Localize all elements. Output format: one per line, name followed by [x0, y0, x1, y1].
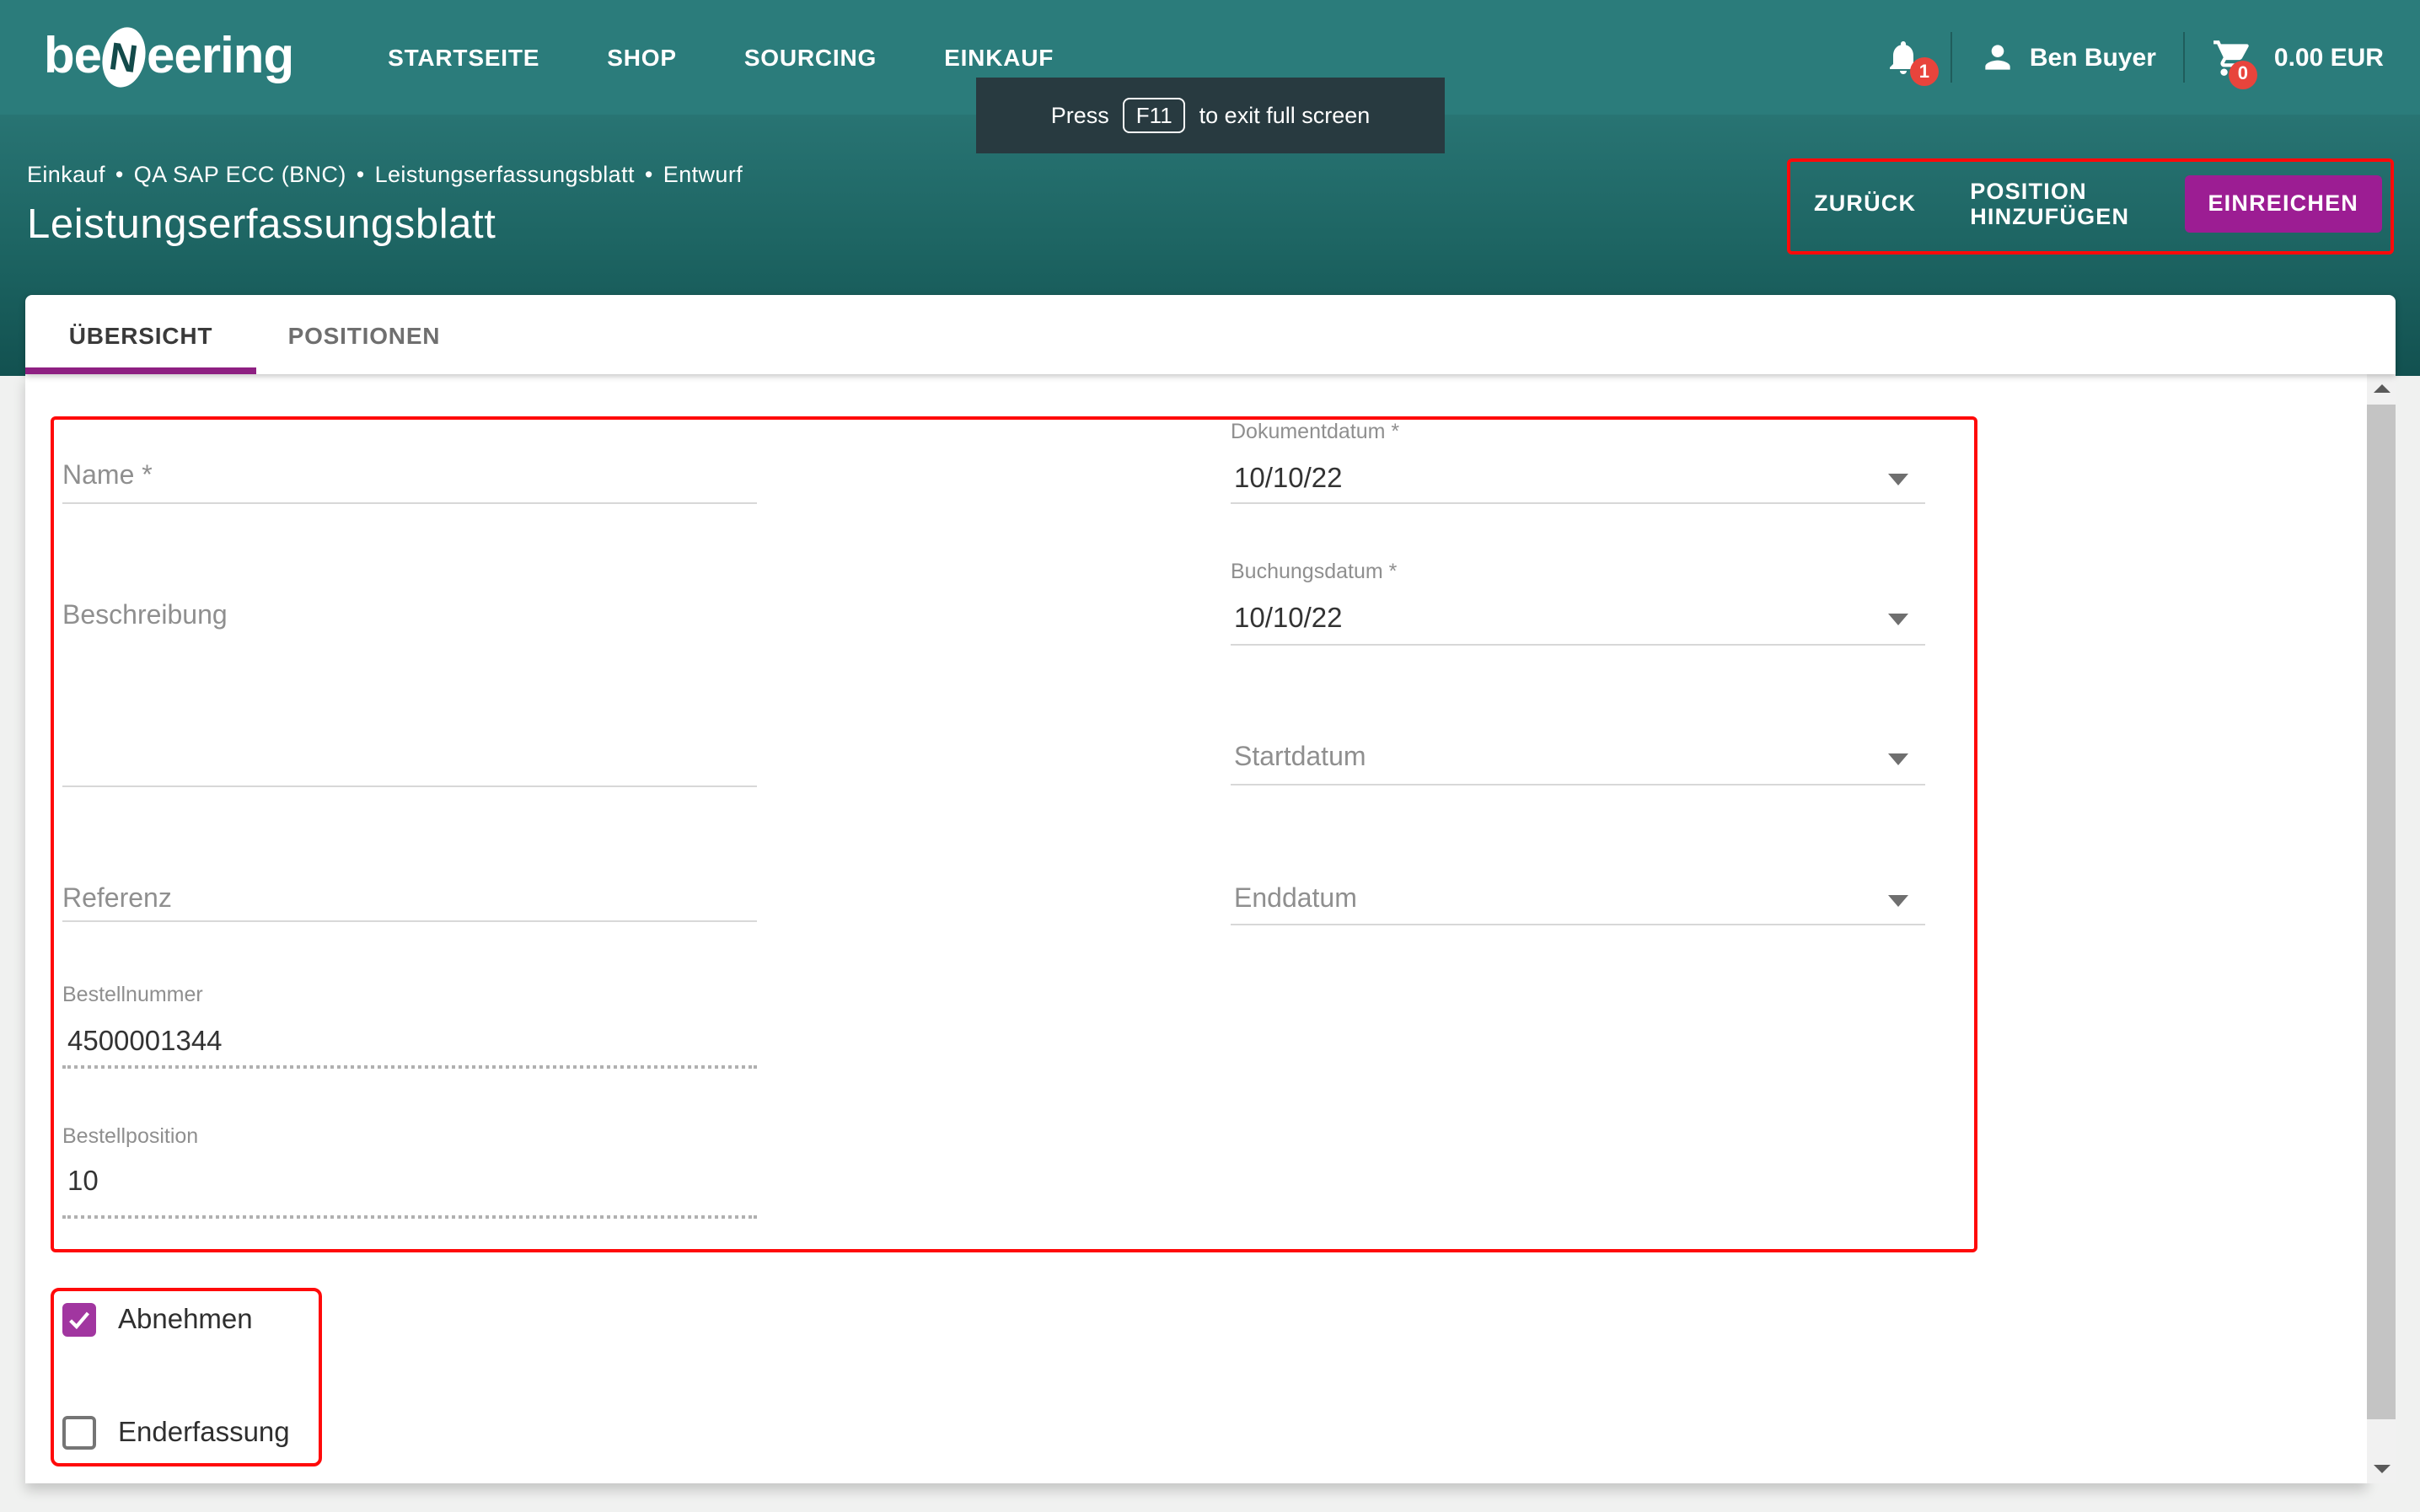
description-underline [62, 785, 757, 787]
document-date-label: Dokumentdatum * [1231, 420, 1399, 443]
cart-total: 0.00 EUR [2274, 43, 2384, 72]
name-input[interactable]: Name * [62, 462, 153, 492]
person-icon [1979, 39, 2016, 76]
header-divider [1950, 32, 1952, 83]
header-divider [2183, 32, 2185, 83]
posting-date-label: Buchungsdatum * [1231, 560, 1397, 583]
posting-date-underline [1231, 644, 1925, 646]
notifications-button[interactable]: 1 [1883, 37, 1924, 78]
cart-button[interactable]: 0 0.00 EUR [2212, 36, 2384, 78]
start-date-dropdown-icon[interactable] [1888, 753, 1908, 765]
document-date-value[interactable]: 10/10/22 [1234, 464, 1342, 496]
page-title: Leistungserfassungsblatt [27, 202, 496, 249]
tab-positionen[interactable]: POSITIONEN [256, 295, 472, 374]
cart-badge: 0 [2229, 60, 2257, 88]
add-position-button[interactable]: POSITION HINZUFÜGEN [1943, 161, 2177, 245]
breadcrumb-separator: • [115, 162, 124, 187]
nav-einkauf[interactable]: EINKAUF [910, 44, 1087, 71]
arrow-down-icon [2373, 1465, 2390, 1473]
reference-underline [62, 920, 757, 922]
order-item-label: Bestellposition [62, 1124, 198, 1148]
breadcrumb-separator: • [645, 162, 653, 187]
nav-shop[interactable]: SHOP [573, 44, 711, 71]
logo-text-be: be [44, 29, 101, 86]
checkbox-abnehmen[interactable]: Abnehmen [62, 1303, 253, 1337]
start-date-underline [1231, 784, 1925, 785]
breadcrumb: Einkauf • QA SAP ECC (BNC) • Leistungser… [27, 162, 743, 187]
document-date-dropdown-icon[interactable] [1888, 474, 1908, 485]
breadcrumb-item[interactable]: Einkauf [27, 162, 105, 187]
logo-text-eering: eering [147, 29, 293, 86]
order-item-underline [62, 1215, 757, 1219]
submit-button[interactable]: EINREICHEN [2184, 174, 2382, 232]
breadcrumb-item[interactable]: QA SAP ECC (BNC) [134, 162, 346, 187]
order-number-label: Bestellnummer [62, 983, 203, 1006]
end-date-dropdown-icon[interactable] [1888, 895, 1908, 907]
checkbox-unchecked-icon[interactable] [62, 1416, 96, 1450]
scroll-down-button[interactable] [2367, 1455, 2396, 1483]
breadcrumb-item: Entwurf [663, 162, 743, 187]
end-date-underline [1231, 924, 1925, 925]
tab-uebersicht[interactable]: ÜBERSICHT [25, 295, 256, 374]
main-nav: STARTSEITE SHOP SOURCING EINKAUF [354, 44, 1087, 71]
user-name: Ben Buyer [2030, 43, 2156, 72]
vertical-scrollbar[interactable] [2367, 374, 2396, 1483]
breadcrumb-separator: • [357, 162, 365, 187]
description-input[interactable]: Beschreibung [62, 602, 228, 632]
tab-bar: ÜBERSICHT POSITIONEN [25, 295, 2396, 374]
arrow-up-icon [2373, 384, 2390, 393]
toast-text-prefix: Press [1051, 103, 1109, 128]
screen: be N eering STARTSEITE SHOP SOURCING EIN… [0, 0, 2420, 1512]
logo-n-ellipse: N [97, 24, 151, 92]
breadcrumb-item[interactable]: Leistungserfassungsblatt [375, 162, 635, 187]
logo[interactable]: be N eering [44, 27, 293, 88]
checkbox-checked-icon[interactable] [62, 1303, 96, 1337]
posting-date-dropdown-icon[interactable] [1888, 614, 1908, 625]
order-item-value: 10 [67, 1166, 99, 1198]
fullscreen-toast: Press F11 to exit full screen [976, 78, 1445, 153]
reference-input[interactable]: Referenz [62, 885, 172, 915]
document-date-underline [1231, 502, 1925, 504]
notification-badge: 1 [1910, 57, 1939, 86]
back-button[interactable]: ZURÜCK [1787, 174, 1943, 233]
header-actions: ZURÜCK POSITION HINZUFÜGEN EINREICHEN [1787, 158, 2387, 248]
checkbox-enderfassung[interactable]: Enderfassung [62, 1416, 290, 1450]
header-right: 1 Ben Buyer 0 0.00 EUR [1883, 32, 2384, 83]
active-tab-indicator [25, 367, 256, 374]
annotation-box-form [51, 416, 1977, 1252]
scrollbar-thumb[interactable] [2367, 405, 2396, 1419]
scroll-up-button[interactable] [2367, 374, 2396, 403]
user-menu[interactable]: Ben Buyer [1979, 39, 2156, 76]
start-date-input[interactable]: Startdatum [1234, 743, 1366, 774]
order-number-value: 4500001344 [67, 1027, 223, 1059]
end-date-input[interactable]: Enddatum [1234, 885, 1357, 915]
toast-text-suffix: to exit full screen [1199, 103, 1371, 128]
posting-date-value[interactable]: 10/10/22 [1234, 603, 1342, 635]
order-number-underline [62, 1065, 757, 1069]
name-underline [62, 502, 757, 504]
f11-key-badge: F11 [1123, 98, 1186, 133]
nav-startseite[interactable]: STARTSEITE [354, 44, 573, 71]
nav-sourcing[interactable]: SOURCING [711, 44, 910, 71]
